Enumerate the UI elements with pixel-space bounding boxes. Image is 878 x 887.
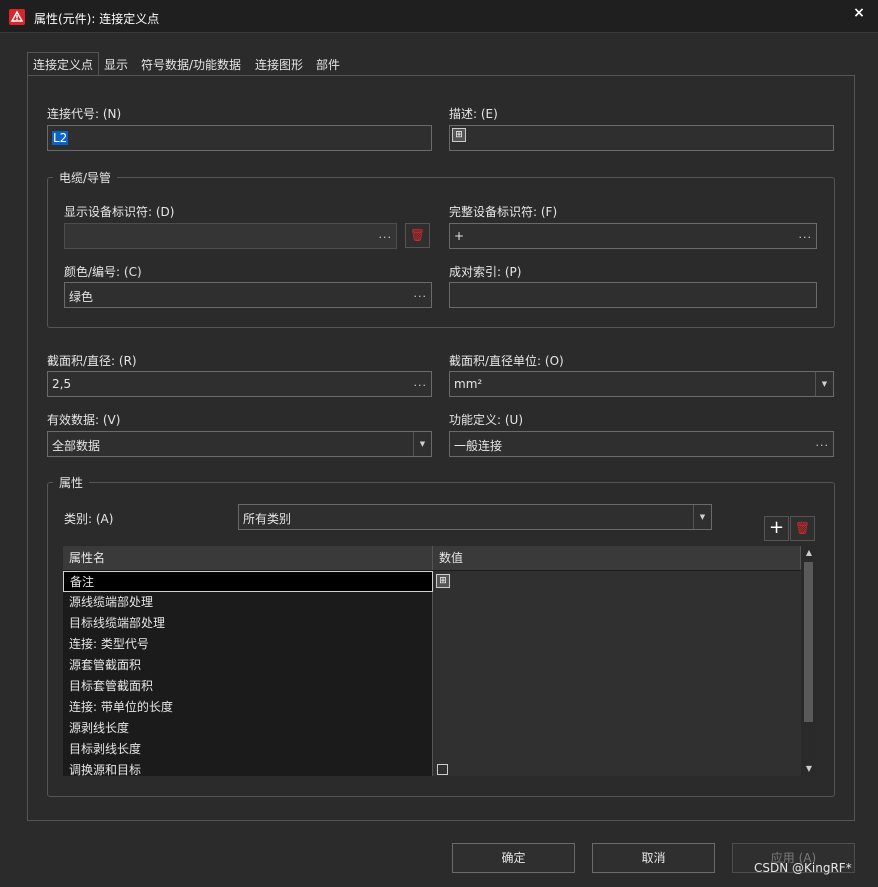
chevron-down-icon[interactable]: ▼	[413, 432, 431, 456]
multilanguage-icon[interactable]: ⊞	[452, 128, 466, 142]
cross-section-browse-button[interactable]: ...	[414, 376, 428, 389]
chevron-down-icon[interactable]: ▼	[693, 505, 711, 529]
tab-bar: 连接定义点 显示 符号数据/功能数据 连接图形 部件	[27, 52, 855, 77]
category-label: 类别: (A)	[64, 512, 114, 526]
cross-section-unit-value: mm²	[454, 377, 483, 391]
property-name: 源剥线长度	[63, 718, 433, 739]
function-def-label: 功能定义: (U)	[449, 413, 524, 427]
table-row[interactable]: 目标线缆端部处理	[63, 613, 801, 634]
description-label: 描述: (E)	[449, 107, 498, 121]
column-header-value[interactable]: 数值	[433, 546, 801, 570]
category-select[interactable]: 所有类别 ▼	[238, 504, 712, 530]
plus-icon: +	[768, 517, 785, 538]
pair-index-input[interactable]	[449, 282, 817, 308]
property-value[interactable]	[433, 760, 801, 776]
color-number-input[interactable]: 绿色 ...	[64, 282, 432, 308]
full-device-tag-browse-button[interactable]: ...	[799, 228, 813, 241]
tab-symbol-data[interactable]: 符号数据/功能数据	[137, 54, 245, 76]
scroll-up-icon[interactable]: ▲	[801, 546, 817, 560]
tab-parts[interactable]: 部件	[312, 54, 344, 76]
table-row[interactable]: 备注 ⊞	[63, 571, 801, 592]
connection-code-label: 连接代号: (N)	[47, 107, 122, 121]
property-name: 目标套管截面积	[63, 676, 433, 697]
multilanguage-icon[interactable]: ⊞	[436, 574, 450, 588]
property-name: 源套管截面积	[63, 655, 433, 676]
property-name: 连接: 带单位的长度	[63, 697, 433, 718]
color-number-label: 颜色/编号: (C)	[64, 265, 142, 279]
category-value: 所有类别	[243, 512, 292, 526]
table-row[interactable]: 调换源和目标	[63, 760, 801, 776]
property-name: 目标线缆端部处理	[63, 613, 433, 634]
chevron-down-icon[interactable]: ▼	[815, 372, 833, 396]
cancel-button[interactable]: 取消	[592, 843, 715, 873]
property-value[interactable]	[433, 592, 801, 613]
tab-display[interactable]: 显示	[100, 54, 132, 76]
delete-device-tag-button[interactable]: 🗑	[405, 223, 430, 248]
property-value[interactable]: ⊞	[433, 571, 801, 592]
cable-group-title: 电缆/导管	[53, 169, 118, 186]
table-row[interactable]: 源线缆端部处理	[63, 592, 801, 613]
property-name: 源线缆端部处理	[63, 592, 433, 613]
valid-data-label: 有效数据: (V)	[47, 413, 121, 427]
function-def-value: 一般连接	[454, 439, 503, 453]
properties-group-title: 属性	[53, 474, 90, 491]
property-value[interactable]	[433, 697, 801, 718]
property-name: 连接: 类型代号	[63, 634, 433, 655]
column-header-name[interactable]: 属性名	[63, 546, 433, 570]
table-row[interactable]: 连接: 类型代号	[63, 634, 801, 655]
description-input[interactable]: ⊞	[449, 125, 834, 151]
app-logo-icon	[9, 9, 25, 25]
watermark: CSDN @KingRF*	[754, 861, 852, 875]
color-number-browse-button[interactable]: ...	[414, 287, 428, 300]
close-button[interactable]: ×	[848, 4, 870, 22]
full-device-tag-input[interactable]: + ...	[449, 223, 817, 249]
color-number-value: 绿色	[69, 290, 94, 304]
property-value[interactable]	[433, 655, 801, 676]
property-name: 备注	[63, 571, 433, 592]
valid-data-select[interactable]: 全部数据 ▼	[47, 431, 432, 457]
connection-code-input[interactable]: L2	[47, 125, 432, 151]
tab-connection-graphics[interactable]: 连接图形	[251, 54, 307, 76]
scroll-thumb[interactable]	[804, 562, 813, 722]
display-device-tag-input[interactable]: ...	[64, 223, 397, 249]
property-table: 属性名 数值 备注 ⊞ 源线缆端部处理 目标线缆端部处理 连接: 类型代号 源套…	[63, 546, 817, 776]
property-value[interactable]	[433, 739, 801, 760]
trash-icon: 🗑	[794, 521, 811, 535]
table-row[interactable]: 连接: 带单位的长度	[63, 697, 801, 718]
cross-section-label: 截面积/直径: (R)	[47, 354, 137, 368]
ok-button[interactable]: 确定	[452, 843, 575, 873]
property-value[interactable]	[433, 676, 801, 697]
tab-connection-point[interactable]: 连接定义点	[27, 52, 100, 77]
title-bar: 属性(元件): 连接定义点 ×	[0, 0, 878, 33]
connection-code-value: L2	[52, 131, 69, 145]
delete-property-button[interactable]: 🗑	[790, 516, 815, 541]
cross-section-value: 2,5	[52, 377, 72, 391]
property-name: 目标剥线长度	[63, 739, 433, 760]
valid-data-value: 全部数据	[52, 439, 101, 453]
property-value[interactable]	[433, 634, 801, 655]
function-def-browse-button[interactable]: ...	[816, 436, 830, 449]
property-value[interactable]	[433, 613, 801, 634]
cross-section-input[interactable]: 2,5 ...	[47, 371, 432, 397]
cross-section-unit-select[interactable]: mm² ▼	[449, 371, 834, 397]
scroll-down-icon[interactable]: ▼	[801, 762, 817, 776]
pair-index-label: 成对索引: (P)	[449, 265, 522, 279]
function-def-input[interactable]: 一般连接 ...	[449, 431, 834, 457]
table-scrollbar[interactable]: ▲ ▼	[801, 546, 817, 776]
full-device-tag-value: +	[454, 229, 465, 243]
table-row[interactable]: 源剥线长度	[63, 718, 801, 739]
display-device-tag-browse-button[interactable]: ...	[379, 228, 393, 241]
table-row[interactable]: 目标剥线长度	[63, 739, 801, 760]
table-row[interactable]: 目标套管截面积	[63, 676, 801, 697]
table-row[interactable]: 源套管截面积	[63, 655, 801, 676]
window-title: 属性(元件): 连接定义点	[34, 12, 160, 26]
trash-icon: 🗑	[409, 228, 426, 242]
property-name: 调换源和目标	[63, 760, 433, 776]
display-device-tag-label: 显示设备标识符: (D)	[64, 205, 175, 219]
add-property-button[interactable]: +	[764, 516, 789, 541]
full-device-tag-label: 完整设备标识符: (F)	[449, 205, 558, 219]
property-value[interactable]	[433, 718, 801, 739]
cross-section-unit-label: 截面积/直径单位: (O)	[449, 354, 564, 368]
swap-checkbox[interactable]	[437, 764, 448, 775]
